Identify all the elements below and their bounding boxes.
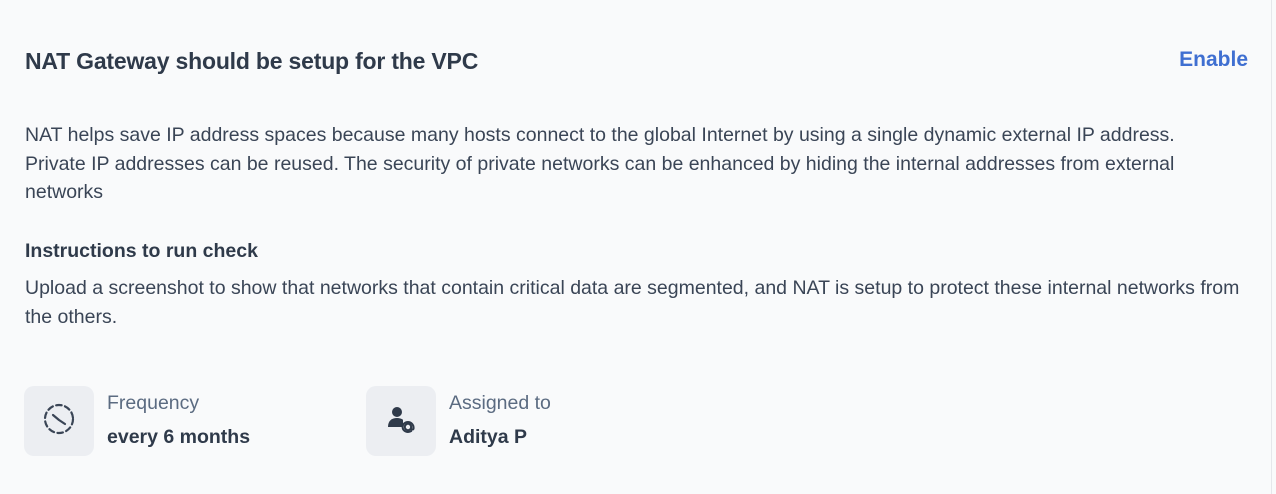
check-title: NAT Gateway should be setup for the VPC — [25, 48, 479, 74]
assignee-text: Assigned to Aditya P — [449, 386, 551, 449]
assignee-label: Assigned to — [449, 392, 551, 414]
check-description: NAT helps save IP address spaces because… — [25, 124, 1175, 203]
enable-button[interactable]: Enable — [1179, 48, 1248, 72]
frequency-label: Frequency — [107, 392, 200, 414]
recurring-clock-icon — [41, 401, 77, 442]
check-card: NAT Gateway should be setup for the VPC … — [0, 0, 1272, 494]
instructions-heading: Instructions to run check — [25, 240, 258, 262]
assignee-icon-box — [366, 386, 436, 456]
frequency-icon-box — [24, 386, 94, 456]
instructions-text: Upload a screenshot to show that network… — [25, 277, 1240, 328]
frequency-info: Frequency every 6 months — [24, 386, 250, 456]
frequency-value: every 6 months — [107, 426, 251, 448]
frequency-text: Frequency every 6 months — [107, 386, 250, 449]
assignee-value: Aditya P — [449, 426, 528, 448]
user-at-icon — [383, 401, 419, 442]
assignee-info: Assigned to Aditya P — [366, 386, 551, 456]
